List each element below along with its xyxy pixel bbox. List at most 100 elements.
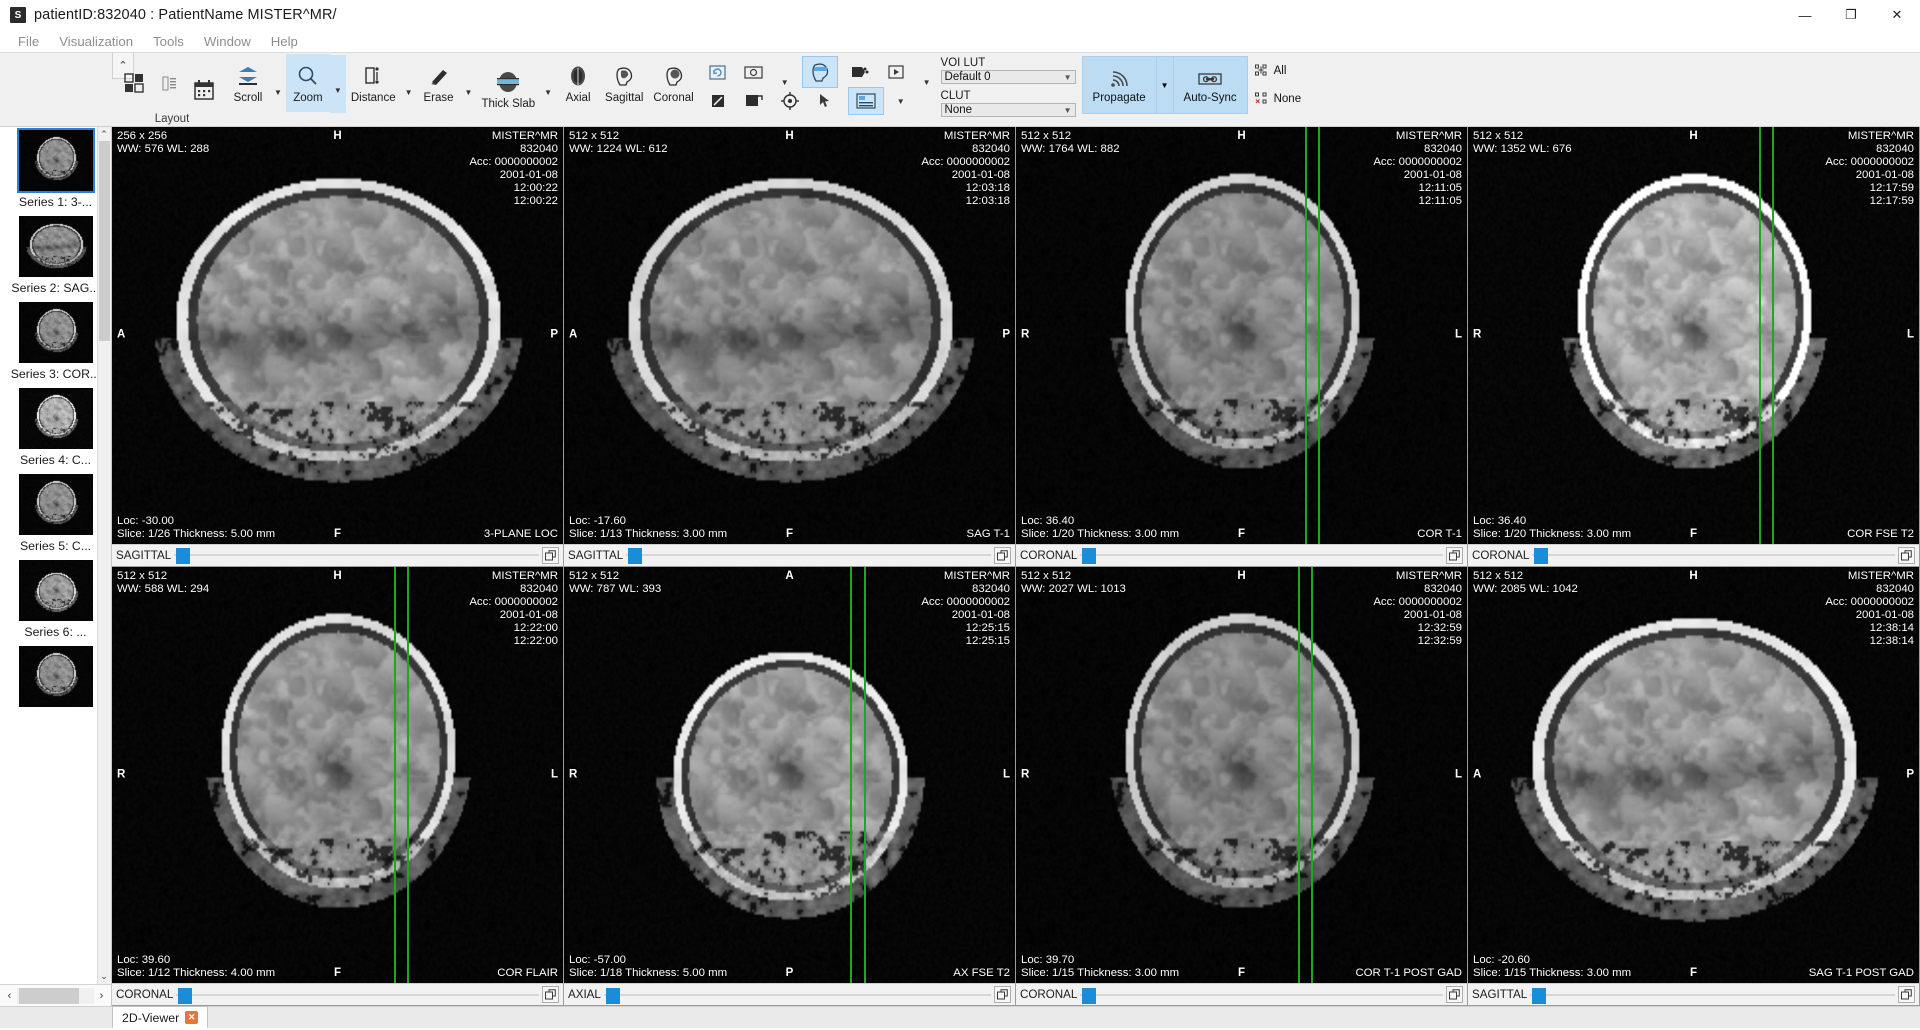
cine-dropdown-icon[interactable]: ▼ <box>919 78 935 87</box>
distance-dropdown-icon[interactable]: ▼ <box>401 88 417 97</box>
series-thumbnail[interactable] <box>18 216 93 277</box>
series-hscroll-track[interactable] <box>17 987 94 1004</box>
series-item-7[interactable] <box>0 643 111 715</box>
viewport-cell-1[interactable]: 256 x 256 WW: 576 WL: 288 MISTER^MR 83204… <box>112 127 564 567</box>
viewport-image-2[interactable]: 512 x 512 WW: 1224 WL: 612 MISTER^MR 8320… <box>564 127 1015 544</box>
screenshot-button[interactable] <box>741 60 767 84</box>
close-icon[interactable]: ✕ <box>1874 0 1920 30</box>
popout-viewport-button[interactable] <box>542 986 559 1003</box>
scroll-down-icon[interactable]: ⌄ <box>98 970 110 983</box>
axial-button[interactable]: Axial <box>556 54 600 112</box>
slice-slider[interactable] <box>1080 987 1443 1004</box>
series-item-2[interactable]: Series 2: SAG... <box>0 213 111 299</box>
viewport-image-4[interactable]: 512 x 512 WW: 1352 WL: 676 MISTER^MR 8320… <box>1468 127 1919 544</box>
slice-slider[interactable] <box>1530 987 1895 1004</box>
propagate-dropdown-icon[interactable]: ▼ <box>1156 56 1173 114</box>
flip-horizontal-button[interactable] <box>705 89 731 113</box>
scroll-up-icon[interactable]: ⌃ <box>98 128 110 141</box>
annotation-panel-button[interactable] <box>847 87 884 115</box>
series-thumbnail[interactable] <box>18 388 93 449</box>
crosshair-button[interactable] <box>777 89 803 113</box>
series-list[interactable]: Series 1: 3-... Series 2: SAG... Series 3:… <box>0 127 111 984</box>
zoom-dropdown-icon[interactable]: ▼ <box>329 55 346 113</box>
series-item-5[interactable]: Series 5: C... <box>0 471 111 557</box>
layout-grid-button[interactable] <box>112 54 156 112</box>
erase-dropdown-icon[interactable]: ▼ <box>461 88 477 97</box>
series-thumbnail[interactable] <box>18 560 93 621</box>
series-item-6[interactable]: Series 6: ... <box>0 557 111 643</box>
popout-viewport-button[interactable] <box>1446 546 1463 564</box>
viewport-image-1[interactable]: 256 x 256 WW: 576 WL: 288 MISTER^MR 83204… <box>112 127 563 544</box>
slice-slider[interactable] <box>603 987 991 1004</box>
distance-button[interactable]: Distance <box>346 54 401 112</box>
slice-slider[interactable] <box>174 548 539 564</box>
slice-slider-thumb[interactable] <box>628 548 643 564</box>
viewport-cell-2[interactable]: 512 x 512 WW: 1224 WL: 612 MISTER^MR 8320… <box>564 127 1016 567</box>
screenshot-dropdown-icon[interactable]: ▼ <box>777 78 793 87</box>
maximize-icon[interactable]: ❐ <box>1828 0 1874 30</box>
scroll-left-icon[interactable]: ‹ <box>2 988 17 1004</box>
reset-view-button[interactable] <box>705 60 731 84</box>
menu-visualization[interactable]: Visualization <box>49 34 143 49</box>
thick-slab-dropdown-icon[interactable]: ▼ <box>540 88 556 97</box>
popout-viewport-button[interactable] <box>1898 546 1915 564</box>
viewport-cell-3[interactable]: 512 x 512 WW: 1764 WL: 882 MISTER^MR 8320… <box>1016 127 1468 567</box>
slice-slider-thumb[interactable] <box>605 987 620 1004</box>
scroll-dropdown-icon[interactable]: ▼ <box>270 88 286 97</box>
slice-slider-thumb[interactable] <box>1082 987 1097 1004</box>
series-hscroll-thumb[interactable] <box>19 987 79 1004</box>
series-thumbnail[interactable] <box>16 128 95 193</box>
cine-play-button[interactable] <box>883 60 909 84</box>
sagittal-button[interactable]: Sagittal <box>600 54 648 112</box>
series-thumbnail[interactable] <box>18 302 93 363</box>
series-scrollbar[interactable]: ⌃ ⌄ <box>97 127 111 984</box>
viewport-image-3[interactable]: 512 x 512 WW: 1764 WL: 882 MISTER^MR 8320… <box>1016 127 1467 544</box>
sync-none-button[interactable]: None <box>1254 92 1301 106</box>
viewport-cell-7[interactable]: 512 x 512 WW: 2027 WL: 1013 MISTER^MR 832… <box>1016 566 1468 1006</box>
viewport-image-8[interactable]: 512 x 512 WW: 2085 WL: 1042 MISTER^MR 832… <box>1468 566 1919 983</box>
slice-slider-thumb[interactable] <box>1532 987 1547 1004</box>
popout-viewport-button[interactable] <box>1898 986 1915 1003</box>
series-hscroll[interactable]: ‹ › <box>0 984 111 1006</box>
menu-help[interactable]: Help <box>261 34 308 49</box>
slice-slider-thumb[interactable] <box>176 548 191 564</box>
menu-window[interactable]: Window <box>194 34 261 49</box>
series-scrollbar-thumb[interactable] <box>99 141 110 341</box>
viewport-image-7[interactable]: 512 x 512 WW: 2027 WL: 1013 MISTER^MR 832… <box>1016 566 1467 983</box>
slice-slider[interactable] <box>626 548 991 564</box>
image-export-button[interactable] <box>741 89 767 113</box>
sync-all-button[interactable]: All <box>1254 64 1302 78</box>
popout-viewport-button[interactable] <box>994 986 1011 1003</box>
slice-slider-thumb[interactable] <box>1534 548 1549 564</box>
slice-slider-thumb[interactable] <box>178 987 193 1004</box>
thick-slab-button[interactable]: Thick Slab <box>476 60 540 118</box>
viewport-cell-5[interactable]: 512 x 512 WW: 588 WL: 294 MISTER^MR 83204… <box>112 566 564 1006</box>
series-item-4[interactable]: Series 4: C... <box>0 385 111 471</box>
tab-close-icon[interactable]: ✕ <box>185 1011 199 1024</box>
series-item-1[interactable]: Series 1: 3-... <box>0 127 111 213</box>
slice-slider[interactable] <box>1080 548 1443 564</box>
fusion-button[interactable] <box>847 60 873 84</box>
layout-list-button[interactable] <box>156 71 182 95</box>
calendar-button[interactable] <box>182 61 226 119</box>
series-thumbnail[interactable] <box>18 474 93 535</box>
menu-tools[interactable]: Tools <box>143 34 194 49</box>
slice-slider[interactable] <box>176 987 539 1004</box>
mpr-view-button[interactable] <box>801 56 838 88</box>
minimize-icon[interactable]: — <box>1782 0 1828 30</box>
series-item-3[interactable]: Series 3: COR... <box>0 299 111 385</box>
clut-select[interactable]: None ▼ <box>940 103 1076 117</box>
menu-file[interactable]: File <box>8 34 49 49</box>
slice-slider[interactable] <box>1532 548 1895 564</box>
popout-viewport-button[interactable] <box>994 546 1011 564</box>
viewport-image-5[interactable]: 512 x 512 WW: 588 WL: 294 MISTER^MR 83204… <box>112 566 563 983</box>
scroll-button[interactable]: Scroll <box>226 54 270 112</box>
viewport-cell-8[interactable]: 512 x 512 WW: 2085 WL: 1042 MISTER^MR 832… <box>1468 566 1920 1006</box>
popout-viewport-button[interactable] <box>1446 986 1463 1003</box>
propagate-button[interactable]: Propagate <box>1081 56 1157 114</box>
auto-sync-button[interactable]: Auto-Sync <box>1172 56 1248 114</box>
zoom-button[interactable]: Zoom <box>285 54 330 112</box>
viewport-cell-6[interactable]: 512 x 512 WW: 787 WL: 393 MISTER^MR 83204… <box>564 566 1016 1006</box>
viewport-cell-4[interactable]: 512 x 512 WW: 1352 WL: 676 MISTER^MR 8320… <box>1468 127 1920 567</box>
viewport-image-6[interactable]: 512 x 512 WW: 787 WL: 393 MISTER^MR 83204… <box>564 566 1015 983</box>
